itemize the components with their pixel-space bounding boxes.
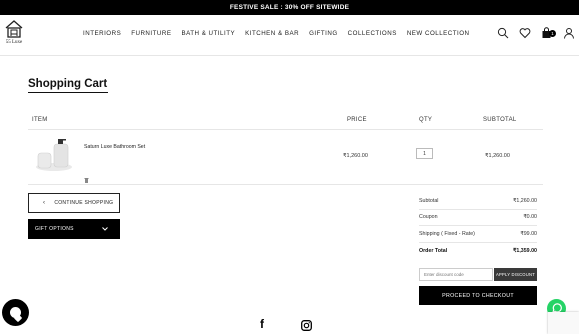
chat-button[interactable] (2, 299, 29, 326)
user-icon[interactable] (563, 26, 575, 39)
logo-text: 55 Luxe (5, 40, 23, 45)
coupon-label: Coupon (419, 214, 438, 221)
gift-options-button[interactable]: GIFT OPTIONS (28, 219, 120, 239)
trash-icon[interactable] (84, 170, 89, 183)
order-summary: Subtotal ₹1,260.00 Coupon ₹0.00 Shipping… (419, 193, 537, 259)
nav-item-kitchen-bar[interactable]: KITCHEN & BAR (245, 30, 299, 37)
cart-count-badge: 1 (549, 30, 556, 37)
page-title: Shopping Cart (28, 78, 108, 90)
summary-row-shipping: Shipping ( Fixed - Rate) ₹99.00 (419, 226, 537, 243)
proceed-to-checkout-button[interactable]: PROCEED TO CHECKOUT (419, 286, 537, 305)
header-icons: 1 (497, 26, 575, 39)
table-header-divider (28, 129, 543, 130)
subtotal-value: ₹1,260.00 (513, 197, 537, 204)
apply-discount-button[interactable]: APPLY DISCOUNT (494, 268, 537, 281)
continue-shopping-button[interactable]: ‹ CONTINUE SHOPPING (28, 193, 120, 213)
nav-item-bath-utility[interactable]: BATH & UTILITY (181, 30, 235, 37)
heart-icon[interactable] (519, 26, 531, 39)
product-image[interactable] (34, 134, 74, 174)
order-total-label: Order Total (419, 247, 448, 254)
summary-row-coupon: Coupon ₹0.00 (419, 210, 537, 226)
column-header-price: PRICE (347, 117, 367, 123)
logo-icon (5, 20, 23, 38)
search-icon[interactable] (497, 26, 509, 39)
discount-code-input[interactable] (419, 268, 493, 281)
gift-options-label: GIFT OPTIONS (35, 226, 74, 232)
title-underline (28, 92, 108, 93)
chevron-left-icon: ‹ (43, 200, 46, 206)
main-nav: INTERIORS FURNITURE BATH & UTILITY KITCH… (83, 30, 470, 37)
promo-text: FESTIVE SALE : 30% OFF SITEWIDE (229, 4, 350, 11)
facebook-icon[interactable]: f (260, 318, 270, 330)
column-header-qty: QTY (419, 117, 433, 123)
nav-item-new-collection[interactable]: NEW COLLECTION (407, 30, 470, 37)
nav-item-gifting[interactable]: GIFTING (309, 30, 338, 37)
chevron-down-icon (102, 227, 108, 231)
product-name[interactable]: Saturn Luxe Bathroom Set (84, 144, 145, 150)
instagram-icon[interactable] (301, 318, 312, 331)
product-subtotal: ₹1,260.00 (485, 153, 510, 159)
coupon-value: ₹0.00 (523, 214, 537, 221)
continue-shopping-label: CONTINUE SHOPPING (54, 200, 114, 206)
shipping-label: Shipping ( Fixed - Rate) (419, 230, 475, 237)
column-header-item: ITEM (32, 117, 48, 123)
quantity-input[interactable]: 1 (416, 148, 433, 159)
nav-item-collections[interactable]: COLLECTIONS (348, 30, 397, 37)
logo[interactable]: 55 Luxe (3, 19, 25, 49)
bag-icon[interactable]: 1 (541, 26, 556, 38)
nav-item-furniture[interactable]: FURNITURE (131, 30, 171, 37)
shipping-value: ₹99.00 (520, 230, 537, 237)
table-row-divider (28, 184, 543, 185)
column-header-subtotal: SUBTOTAL (483, 117, 517, 123)
nav-item-interiors[interactable]: INTERIORS (83, 30, 121, 37)
summary-row-order-total: Order Total ₹1,359.00 (419, 243, 537, 260)
subtotal-label: Subtotal (419, 197, 439, 204)
chat-icon-tail (13, 313, 23, 323)
site-header: 55 Luxe INTERIORS FURNITURE BATH & UTILI… (0, 15, 579, 55)
promo-bar: FESTIVE SALE : 30% OFF SITEWIDE (0, 0, 579, 15)
summary-row-subtotal: Subtotal ₹1,260.00 (419, 193, 537, 210)
order-total-value: ₹1,359.00 (513, 247, 537, 254)
recaptcha-badge (548, 312, 579, 334)
header-divider (0, 55, 579, 56)
product-price: ₹1,260.00 (343, 153, 368, 159)
